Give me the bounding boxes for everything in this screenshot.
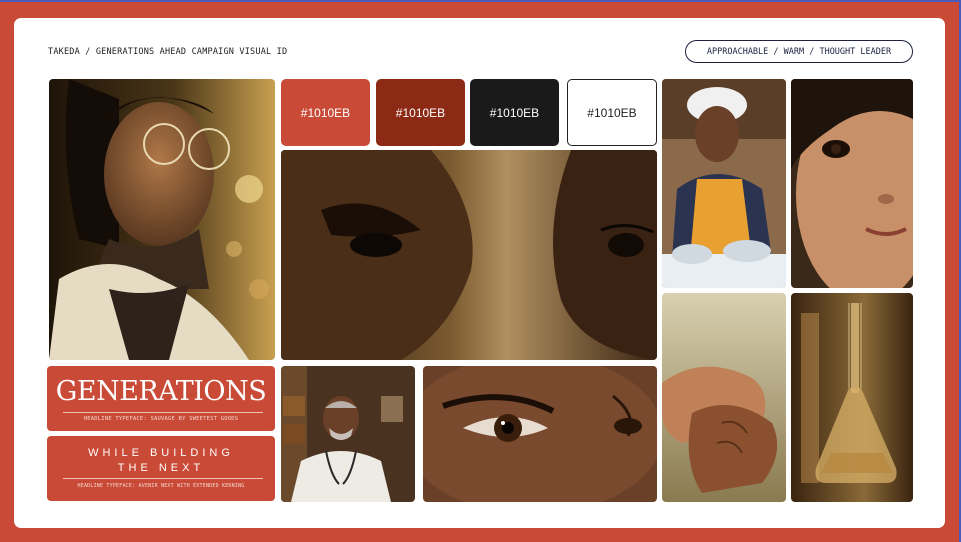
photo-child	[791, 79, 913, 288]
photo-worker	[662, 79, 786, 288]
flask-image	[791, 293, 913, 502]
photo-eye	[423, 366, 657, 502]
swatch-label: #1010EB	[395, 105, 446, 120]
headline-sample: GENERATIONS	[55, 376, 267, 407]
color-swatch-rust: #1010EB	[376, 79, 465, 146]
headline-type-card: GENERATIONS HEADLINE TYPEFACE: SAUVAGE B…	[47, 366, 275, 431]
swatch-label: #1010EB	[587, 105, 637, 120]
subhead-line-2: THE NEXT	[117, 462, 205, 474]
color-swatch-black: #1010EB	[470, 79, 559, 146]
tone-pill: APPROACHABLE / WARM / THOUGHT LEADER	[685, 40, 913, 63]
subhead-caption: HEADLINE TYPEFACE: AVENIR NEXT WITH EXTE…	[77, 483, 245, 489]
color-swatch-coral: #1010EB	[281, 79, 370, 146]
subhead-line-1: WHILE BUILDING	[88, 447, 234, 459]
photo-flask	[791, 293, 913, 502]
eye-image	[423, 366, 657, 502]
page-title: TAKEDA / GENERATIONS AHEAD CAMPAIGN VISU…	[48, 47, 288, 57]
scientist-image	[49, 79, 275, 360]
color-swatch-white: #1010EB	[567, 79, 657, 146]
divider	[63, 412, 263, 413]
child-image	[791, 79, 913, 288]
swatch-label: #1010EB	[489, 105, 540, 120]
headline-caption: HEADLINE TYPEFACE: SAUVAGE BY SWEETEST G…	[83, 416, 239, 422]
worker-image	[662, 79, 786, 288]
photo-hands	[662, 293, 786, 502]
swatch-label: #1010EB	[300, 105, 351, 120]
doctor-image	[281, 366, 415, 502]
photo-eye-profile	[281, 150, 657, 360]
eye-profile-image	[281, 150, 657, 360]
hands-image	[662, 293, 786, 502]
divider	[63, 478, 263, 479]
photo-scientist	[49, 79, 275, 360]
subhead-type-card: WHILE BUILDING THE NEXT HEADLINE TYPEFAC…	[47, 436, 275, 501]
photo-doctor	[281, 366, 415, 502]
